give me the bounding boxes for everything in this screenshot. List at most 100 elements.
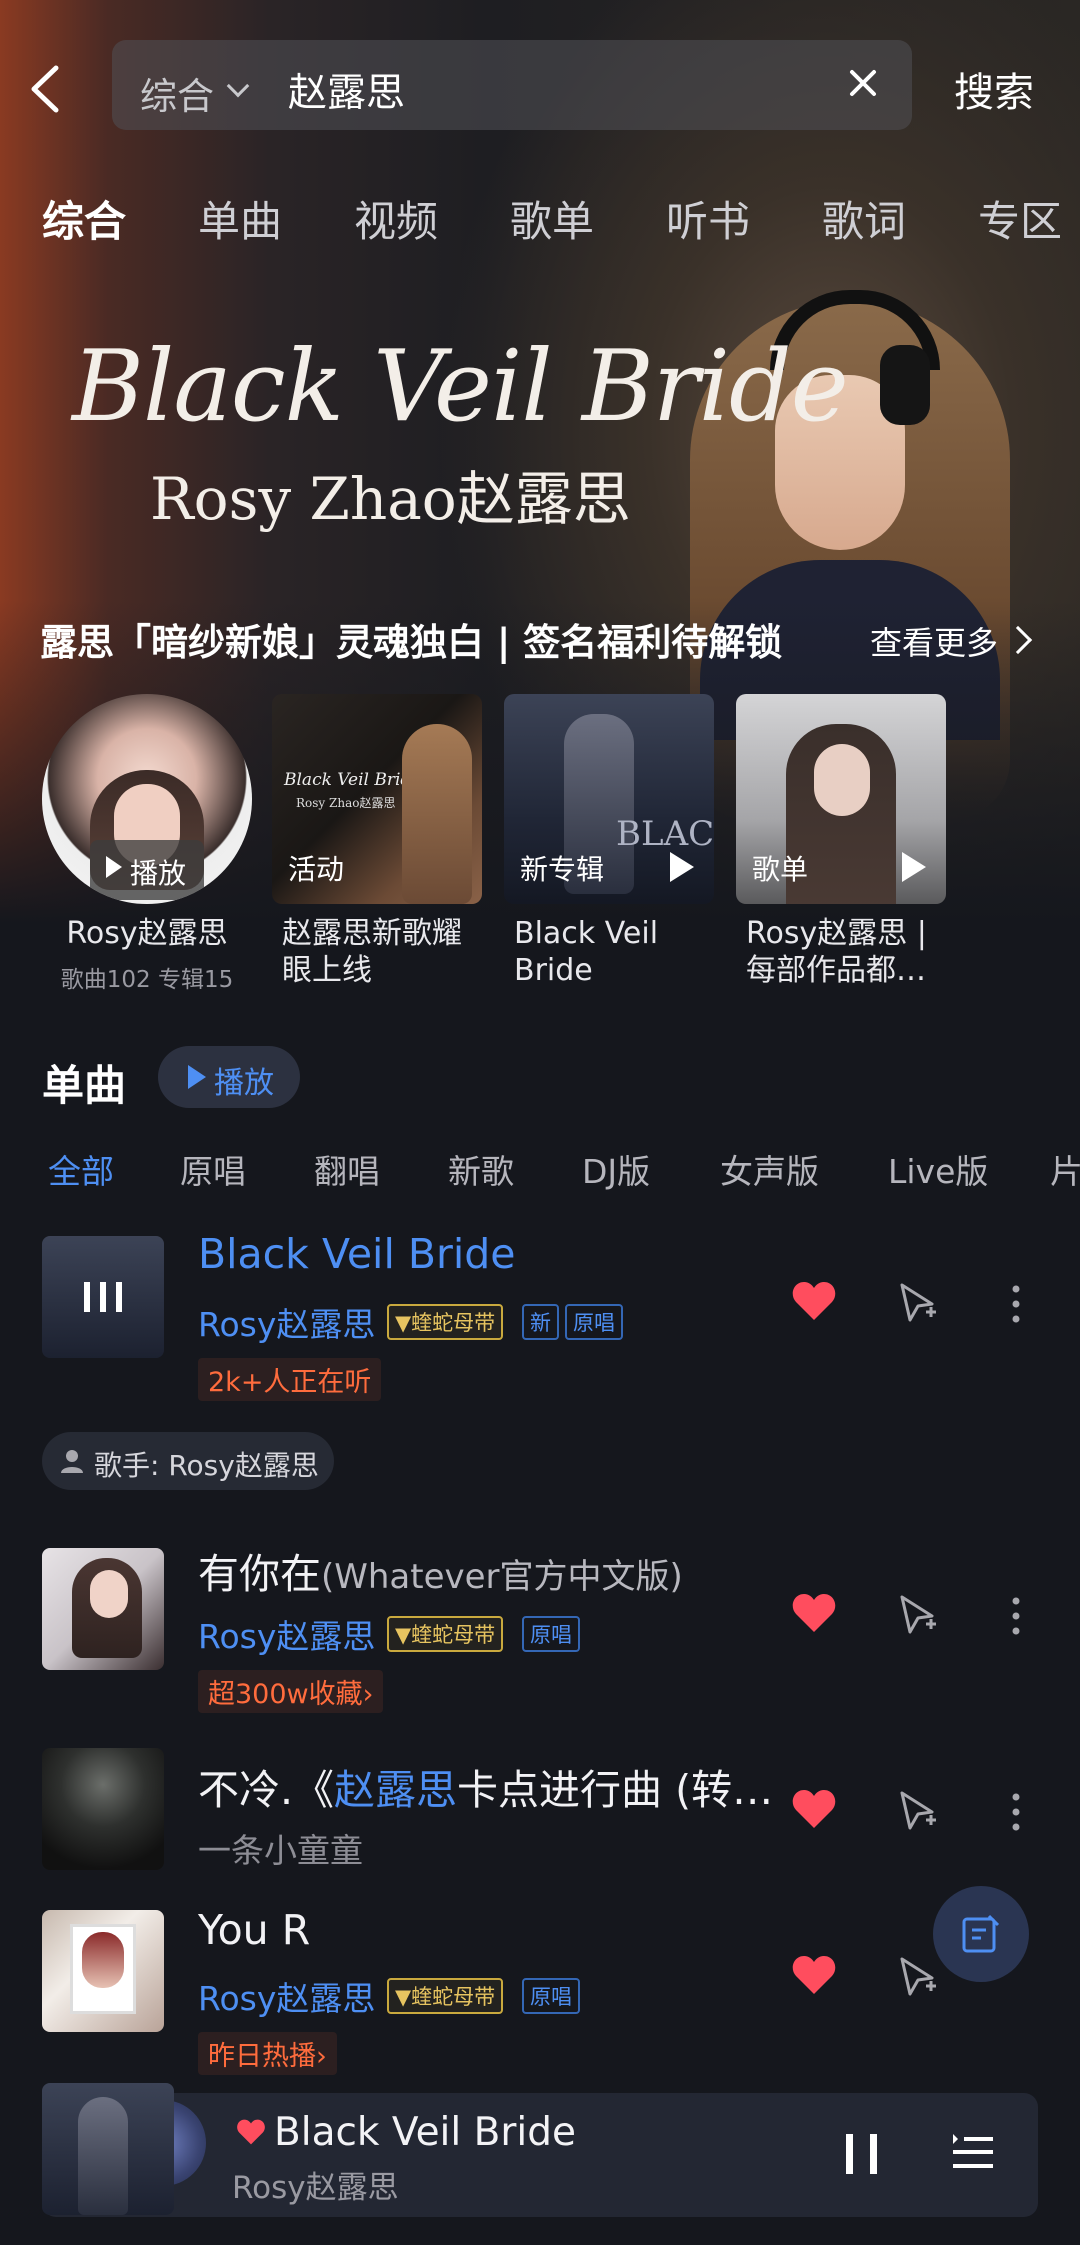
play-icon[interactable] — [902, 852, 926, 882]
search-type-selector[interactable]: 综合 — [140, 66, 214, 120]
song-title[interactable]: 不冷.《赵露思卡点进行曲 (转… — [198, 1756, 773, 1816]
heart-icon[interactable] — [791, 1954, 837, 1996]
search-button[interactable]: 搜索 — [954, 60, 1034, 118]
play-icon — [188, 1065, 206, 1089]
event-card-title[interactable]: 赵露思新歌耀眼上线 — [282, 915, 482, 989]
add-to-queue-icon[interactable] — [898, 1594, 938, 1638]
tab-audiobooks[interactable]: 听书 — [666, 188, 750, 249]
filter-all[interactable]: 全部 — [48, 1145, 114, 1193]
song-title[interactable]: You R — [198, 1906, 310, 1954]
edit-icon — [962, 1914, 1000, 1953]
add-to-queue-icon[interactable] — [898, 1956, 938, 2000]
song-artist[interactable]: Rosy赵露思 — [198, 1610, 375, 1658]
cover-photo — [82, 1932, 124, 1988]
cover-face — [90, 1570, 128, 1618]
play-icon[interactable] — [670, 852, 694, 882]
player-cover[interactable] — [42, 2083, 174, 2215]
banner-subtitle: Rosy Zhao赵露思 — [150, 465, 631, 533]
more-icon[interactable] — [1012, 1284, 1020, 1324]
play-all-label: 播放 — [214, 1066, 274, 1101]
tab-playlists[interactable]: 歌单 — [510, 188, 594, 249]
quality-tag: ▼蝰蛇母带 — [387, 1304, 504, 1340]
artist-card-meta: 歌曲102 专辑15 — [60, 967, 234, 993]
pause-icon — [870, 2134, 877, 2174]
event-cover-title: Black Veil Bride — [284, 770, 422, 790]
playlist-face — [814, 744, 870, 816]
event-card[interactable]: Black Veil Bride Rosy Zhao赵露思 活动 — [272, 694, 482, 904]
original-tag: 原唱 — [565, 1304, 623, 1340]
feedback-button[interactable] — [933, 1886, 1029, 1982]
song-artist[interactable]: 一条小童童 — [198, 1824, 363, 1872]
card-badge: 活动 — [288, 853, 345, 886]
add-to-queue-icon[interactable] — [898, 1790, 938, 1834]
play-all-button[interactable]: 播放 — [158, 1046, 300, 1108]
original-tag: 原唱 — [522, 1978, 580, 2014]
add-to-queue-icon[interactable] — [898, 1282, 938, 1326]
song-title[interactable]: 有你在(Whatever官方中文版) — [198, 1540, 683, 1600]
song-artist[interactable]: Rosy赵露思 — [198, 1972, 375, 2020]
tab-videos[interactable]: 视频 — [354, 188, 438, 249]
filter-more[interactable]: 片 — [1050, 1145, 1080, 1193]
filter-cover[interactable]: 翻唱 — [314, 1145, 380, 1193]
player-artist[interactable]: Rosy赵露思 — [232, 2162, 399, 2207]
banner-title[interactable]: Black Veil Bride — [72, 330, 849, 444]
playing-bar-icon — [84, 1282, 90, 1312]
search-input[interactable]: 赵露思 — [288, 62, 405, 118]
hot-label[interactable]: 昨日热播› — [198, 2032, 337, 2075]
new-tag: 新 — [522, 1304, 559, 1340]
clear-icon[interactable] — [848, 68, 878, 98]
album-card[interactable]: BLACK 新专辑 — [504, 694, 714, 904]
card-badge: 播放 — [130, 857, 187, 890]
playing-bar-icon — [116, 1282, 122, 1312]
heart-icon[interactable] — [791, 1592, 837, 1634]
artist-card[interactable]: 播放 — [42, 694, 252, 904]
collect-count[interactable]: 超300w收藏› — [198, 1670, 384, 1713]
listening-count: 2k+人正在听 — [198, 1358, 382, 1401]
playlist-card[interactable]: 歌单 — [736, 694, 946, 904]
event-cover-subtitle: Rosy Zhao赵露思 — [296, 796, 396, 810]
songs-section-title: 单曲 — [42, 1061, 127, 1110]
play-icon — [106, 856, 122, 878]
singer-chip-label: 歌手: Rosy赵露思 — [94, 1449, 319, 1482]
quality-tag: ▼蝰蛇母带 — [387, 1978, 504, 2014]
album-card-title[interactable]: Black Veil Bride — [514, 915, 714, 989]
song-cover[interactable] — [42, 1748, 164, 1870]
filter-female[interactable]: 女声版 — [720, 1145, 819, 1193]
headphone-cup — [880, 345, 930, 425]
tab-songs[interactable]: 单曲 — [198, 188, 282, 249]
tab-zone[interactable]: 专区 — [978, 188, 1062, 249]
card-badge: 新专辑 — [520, 853, 605, 886]
heart-icon[interactable] — [236, 2118, 266, 2146]
banner-caption[interactable]: 露思「暗纱新娘」灵魂独白 | 签名福利待解锁 — [40, 612, 830, 666]
quality-tag: ▼蝰蛇母带 — [387, 1616, 504, 1652]
player-song-title[interactable]: Black Veil Bride — [274, 2110, 576, 2155]
tab-lyrics[interactable]: 歌词 — [822, 188, 906, 249]
song-cover[interactable] — [42, 1236, 164, 1358]
singer-chip[interactable]: 歌手: Rosy赵露思 — [42, 1432, 334, 1490]
card-badge: 歌单 — [752, 853, 809, 886]
original-tag: 原唱 — [522, 1616, 580, 1652]
playlist-card-title[interactable]: Rosy赵露思 | 每部作品都… — [746, 915, 946, 989]
filter-dj[interactable]: DJ版 — [582, 1145, 650, 1193]
heart-icon[interactable] — [791, 1788, 837, 1830]
heart-icon[interactable] — [791, 1280, 837, 1322]
person-icon — [61, 1450, 83, 1473]
filter-live[interactable]: Live版 — [888, 1145, 988, 1193]
playing-bar-icon — [100, 1282, 106, 1312]
artist-card-title[interactable]: Rosy赵露思 — [42, 915, 252, 952]
see-more-link[interactable]: 查看更多 — [870, 618, 998, 664]
pause-icon — [846, 2134, 853, 2174]
back-arrow-icon[interactable] — [26, 62, 66, 116]
song-title[interactable]: Black Veil Bride — [198, 1230, 516, 1278]
more-icon[interactable] — [1012, 1792, 1020, 1832]
playlist-icon[interactable] — [950, 2130, 996, 2174]
player-cover-photo — [78, 2097, 128, 2215]
filter-new[interactable]: 新歌 — [448, 1145, 514, 1193]
filter-original[interactable]: 原唱 — [180, 1145, 246, 1193]
song-cover[interactable] — [42, 1548, 164, 1670]
song-artist[interactable]: Rosy赵露思 — [198, 1298, 375, 1346]
pause-button[interactable] — [846, 2130, 886, 2180]
tab-all[interactable]: 综合 — [42, 188, 126, 249]
song-cover[interactable] — [42, 1910, 164, 2032]
more-icon[interactable] — [1012, 1596, 1020, 1636]
